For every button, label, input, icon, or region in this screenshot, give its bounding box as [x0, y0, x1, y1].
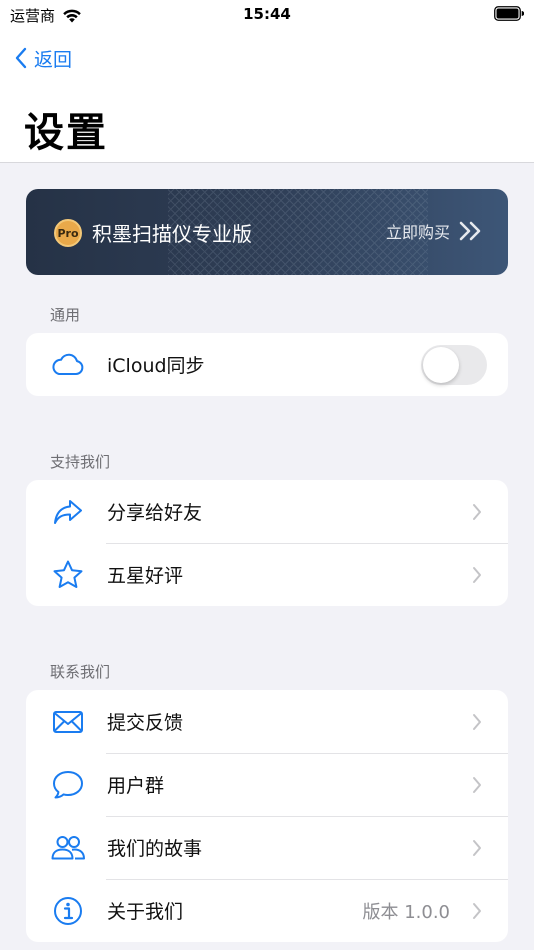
section-header-support: 支持我们	[50, 453, 111, 471]
back-button[interactable]: 返回	[14, 43, 72, 73]
feedback-row[interactable]: 提交反馈	[26, 690, 508, 753]
rate-label: 五星好评	[107, 565, 184, 587]
section-header-contact: 联系我们	[50, 663, 111, 681]
share-arrow-icon	[50, 494, 86, 530]
chevron-right-icon	[473, 503, 481, 520]
star-icon	[50, 557, 86, 593]
status-bar: 运营商 15:44	[0, 0, 534, 28]
share-label: 分享给好友	[107, 502, 203, 524]
chat-bubble-icon	[50, 767, 86, 803]
icloud-sync-toggle[interactable]	[421, 344, 487, 385]
version-value: 版本 1.0.0	[362, 901, 450, 923]
toggle-knob	[423, 346, 459, 383]
section-header-general: 通用	[50, 306, 81, 324]
buy-now-button[interactable]: 立即购买	[386, 219, 484, 243]
pro-title: 积墨扫描仪专业版	[92, 222, 252, 246]
share-row[interactable]: 分享给好友	[26, 480, 508, 543]
general-group: iCloud同步	[26, 333, 508, 396]
story-label: 我们的故事	[107, 838, 203, 860]
buy-now-label: 立即购买	[385, 223, 450, 242]
icloud-sync-label: iCloud同步	[107, 355, 205, 377]
info-icon	[50, 893, 86, 929]
top-header: 运营商 15:44 返回 设置	[0, 0, 534, 163]
mail-icon	[50, 704, 86, 740]
user-group-row[interactable]: 用户群	[26, 753, 508, 816]
about-row[interactable]: 关于我们 版本 1.0.0	[26, 879, 508, 942]
cloud-icon	[50, 347, 86, 383]
icloud-sync-row: iCloud同步	[26, 333, 508, 396]
status-time: 15:44	[243, 5, 291, 23]
back-label: 返回	[34, 48, 73, 71]
battery-icon	[494, 6, 524, 21]
pro-badge-icon: Pro	[54, 219, 82, 247]
people-icon	[50, 830, 86, 866]
chevron-right-icon	[473, 902, 481, 919]
about-label: 关于我们	[107, 901, 184, 923]
back-chevron-icon	[15, 47, 27, 69]
double-chevron-icon	[459, 221, 481, 241]
support-group: 分享给好友 五星好评	[26, 480, 508, 606]
chevron-right-icon	[473, 566, 481, 583]
story-row[interactable]: 我们的故事	[26, 816, 508, 879]
contact-group: 提交反馈 用户群 我们的故事 关于我们 版本 1.0.0	[26, 690, 508, 942]
feedback-label: 提交反馈	[107, 712, 184, 734]
chevron-right-icon	[473, 713, 481, 730]
chevron-right-icon	[473, 776, 481, 793]
user-group-label: 用户群	[107, 775, 165, 797]
rate-row[interactable]: 五星好评	[26, 543, 508, 606]
pro-upgrade-banner[interactable]: Pro 积墨扫描仪专业版 立即购买	[26, 189, 508, 275]
chevron-right-icon	[473, 839, 481, 856]
page-title: 设置	[24, 110, 108, 156]
